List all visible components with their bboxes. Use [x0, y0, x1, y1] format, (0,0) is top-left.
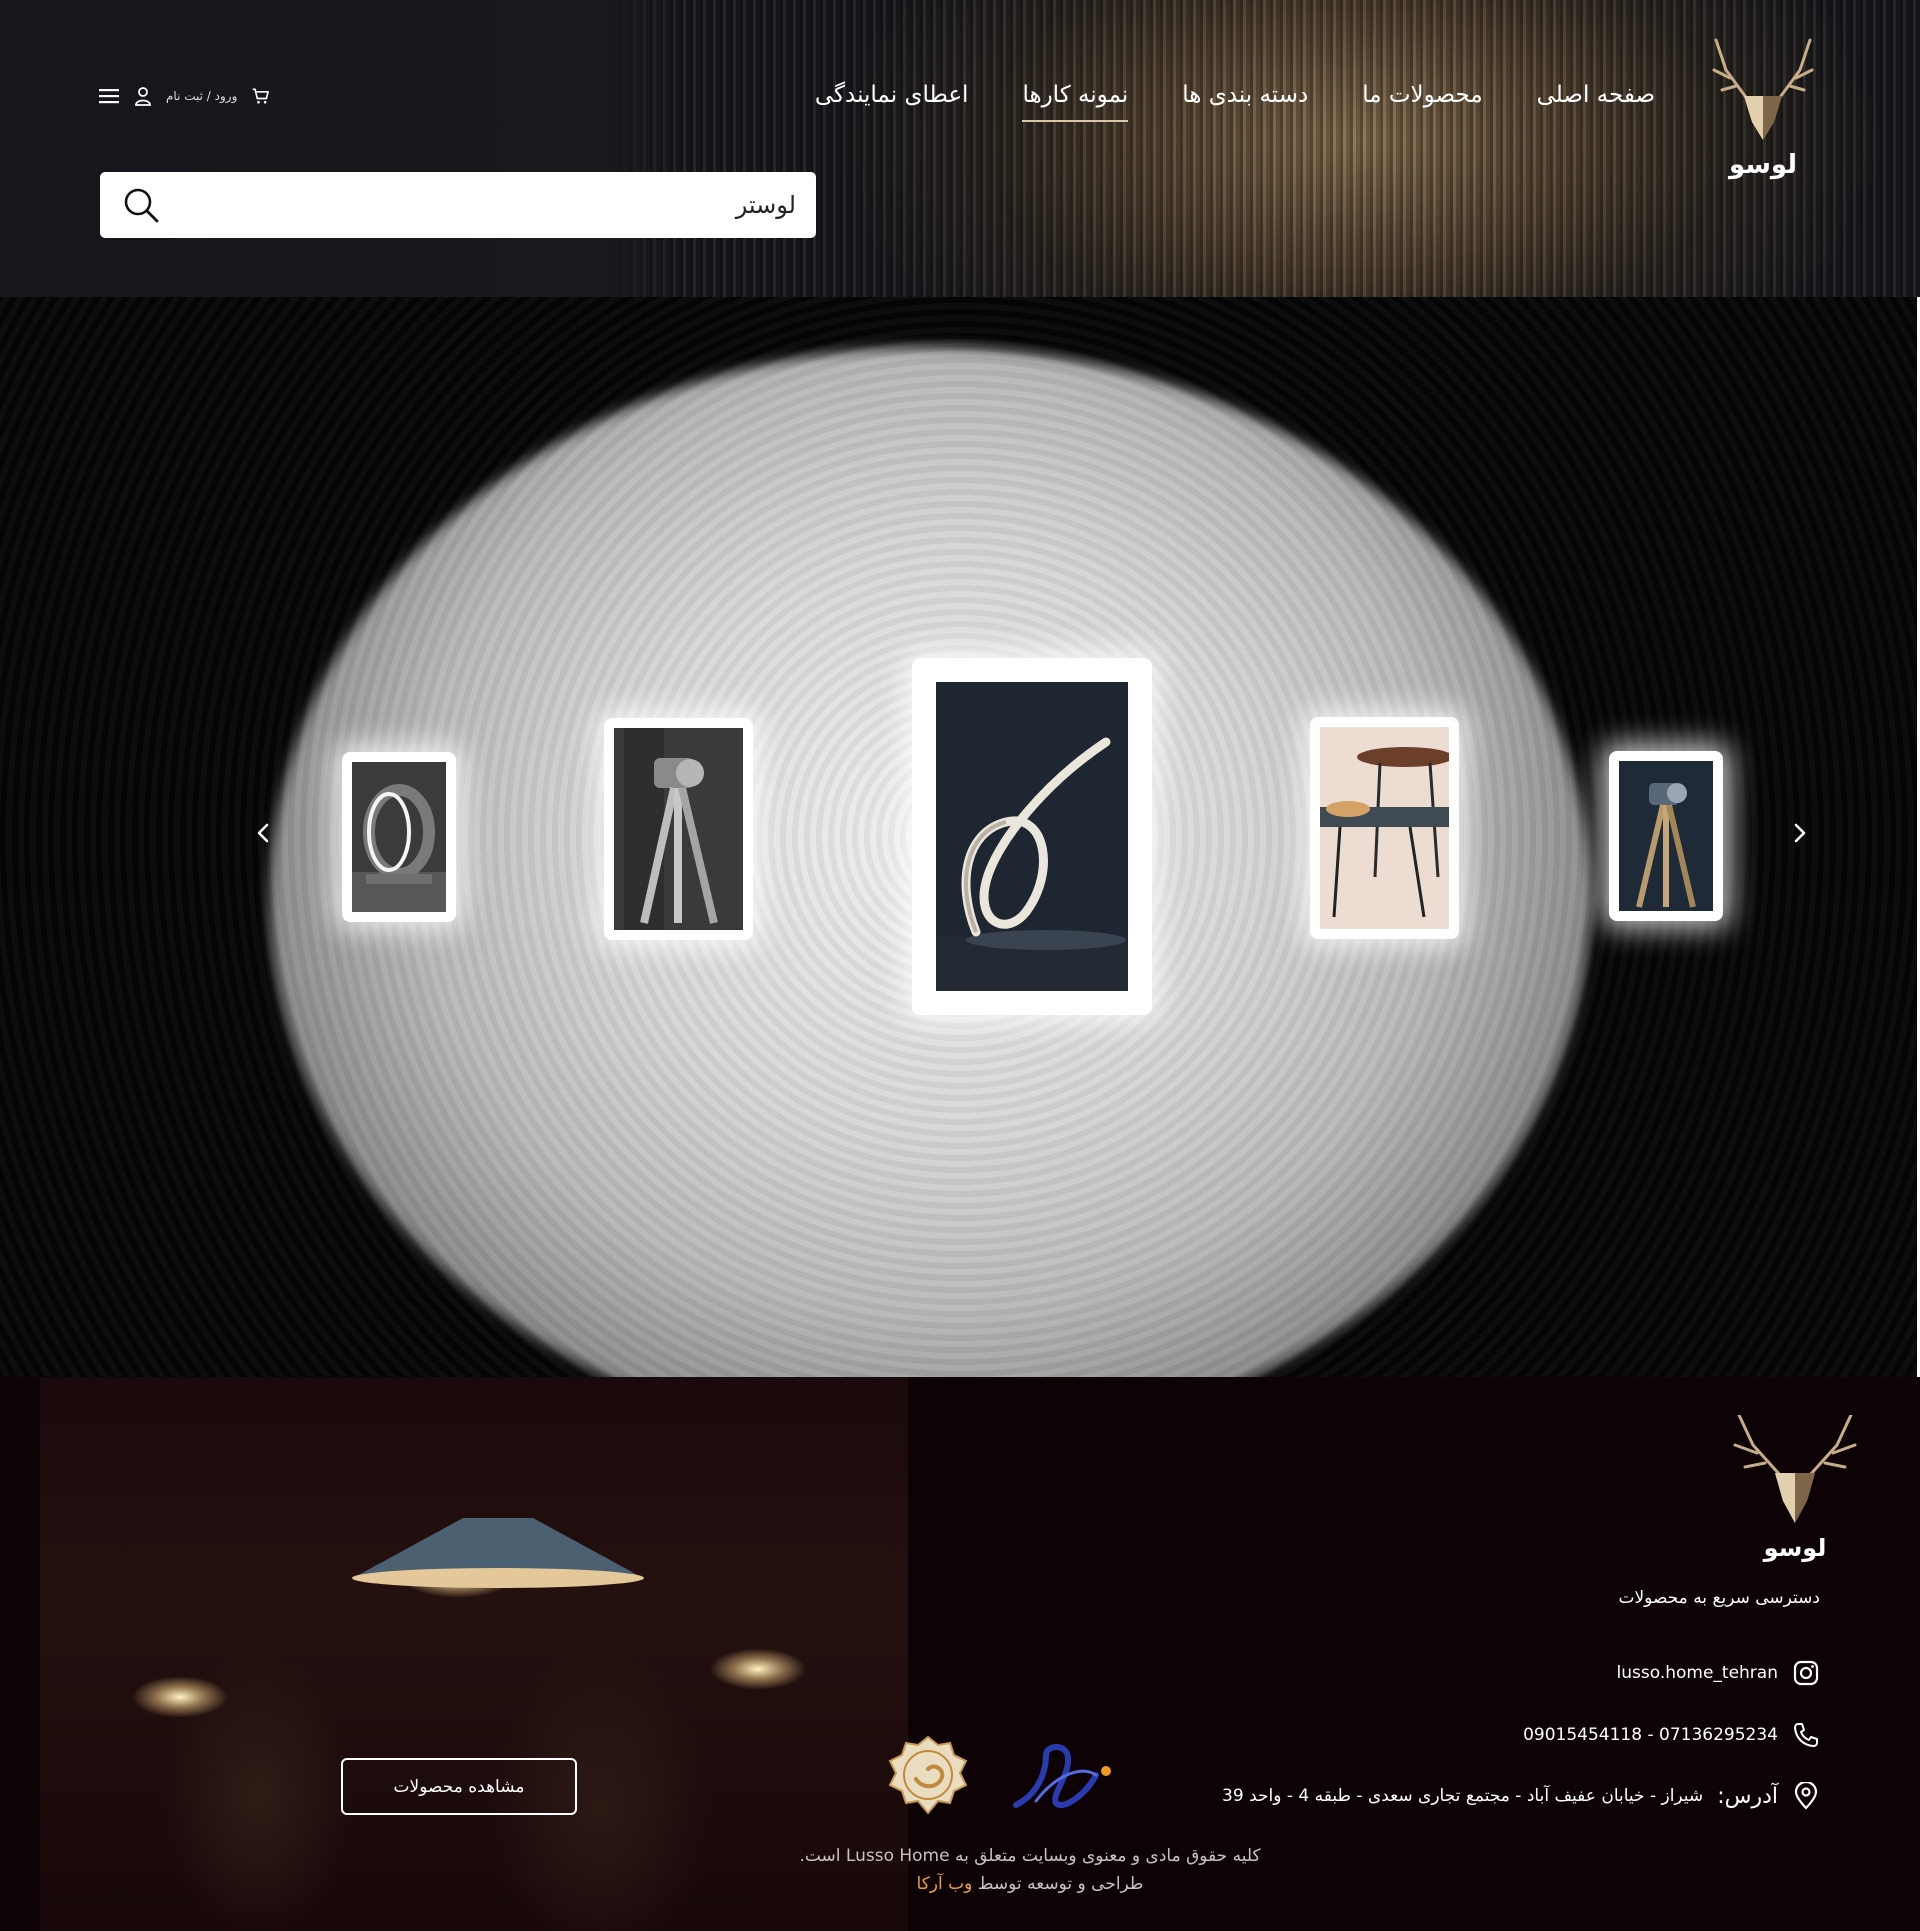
search-icon[interactable]: [122, 186, 160, 224]
instagram-icon: [1793, 1660, 1819, 1686]
nav-agency[interactable]: اعطای نمایندگی: [815, 82, 969, 122]
copyright: کلیه حقوق مادی و معنوی وبسایت متعلق به L…: [760, 1842, 1300, 1898]
carousel-card-ring-lamp[interactable]: [342, 752, 456, 922]
address-label: آدرس:: [1717, 1783, 1778, 1809]
carousel-card-side-tables[interactable]: [1310, 717, 1459, 939]
carousel-card-tripod-lamp-blue[interactable]: [1609, 751, 1723, 921]
copyright-line: کلیه حقوق مادی و معنوی وبسایت متعلق به L…: [799, 1846, 1261, 1866]
developer-link[interactable]: وب آرکا: [917, 1874, 973, 1894]
tripod-lamp-icon: [614, 728, 743, 930]
nav-categories[interactable]: دسته بندی ها: [1182, 82, 1308, 122]
brand-logo[interactable]: لوسو: [1708, 30, 1818, 180]
site-header: لوسو صفحه اصلی محصولات ما دسته بندی ها ن…: [0, 0, 1920, 297]
carousel-card-tripod-lamp-grey[interactable]: [604, 718, 753, 940]
enamad-badge-icon[interactable]: [1006, 1735, 1116, 1815]
pendant-lamp-icon: [352, 1518, 644, 1588]
search-input[interactable]: [196, 172, 796, 238]
chevron-right-icon[interactable]: [1785, 818, 1815, 848]
phone-row[interactable]: 07136295234 - 09015454118: [1523, 1721, 1820, 1749]
ribbon-lamp-icon: [936, 682, 1128, 991]
menu-icon[interactable]: [98, 87, 120, 105]
footer-logo-text: لوسو: [1763, 1534, 1827, 1562]
deer-antler-icon: [1733, 1415, 1857, 1523]
view-products-button[interactable]: مشاهده محصولات: [341, 1758, 577, 1815]
cart-icon[interactable]: [251, 86, 271, 106]
nav-products[interactable]: محصولات ما: [1362, 82, 1482, 122]
footer-logo[interactable]: لوسو: [1725, 1415, 1865, 1565]
nav-home[interactable]: صفحه اصلی: [1537, 82, 1655, 122]
search-box: [100, 172, 816, 238]
user-bar: ورود / ثبت نام: [98, 86, 271, 106]
chevron-left-icon[interactable]: [248, 818, 278, 848]
main-nav: صفحه اصلی محصولات ما دسته بندی ها نمونه …: [815, 82, 1655, 122]
logo-text: لوسو: [1729, 150, 1797, 180]
trust-badges: [888, 1735, 1116, 1815]
nav-portfolio[interactable]: نمونه کارها: [1022, 82, 1128, 122]
quick-access-label: دسترسی سریع به محصولات: [1618, 1588, 1820, 1608]
ring-lamp-icon: [352, 762, 446, 912]
address-text: شیراز - خیابان عفیف آباد - مجتمع تجاری س…: [1222, 1786, 1704, 1806]
deer-antler-icon: [1712, 38, 1814, 140]
phone-numbers[interactable]: 07136295234 - 09015454118: [1523, 1725, 1778, 1745]
tripod-lamp-icon: [1619, 761, 1713, 911]
table-icon: [1320, 727, 1453, 929]
credits-prefix: طراحی و توسعه توسط: [977, 1874, 1144, 1894]
samandehi-badge-icon[interactable]: [888, 1735, 968, 1815]
login-link[interactable]: ورود / ثبت نام: [166, 89, 237, 103]
phone-icon: [1794, 1723, 1818, 1747]
user-icon[interactable]: [134, 86, 152, 106]
credits-line: طراحی و توسعه توسط وب آرکا: [760, 1870, 1300, 1898]
instagram-handle[interactable]: lusso.home_tehran: [1617, 1663, 1779, 1683]
address-row: آدرس: شیراز - خیابان عفیف آباد - مجتمع ت…: [1222, 1782, 1820, 1810]
location-pin-icon: [1794, 1782, 1818, 1810]
carousel-card-ribbon-lamp[interactable]: [912, 658, 1152, 1015]
instagram-row[interactable]: lusso.home_tehran: [1617, 1659, 1821, 1687]
